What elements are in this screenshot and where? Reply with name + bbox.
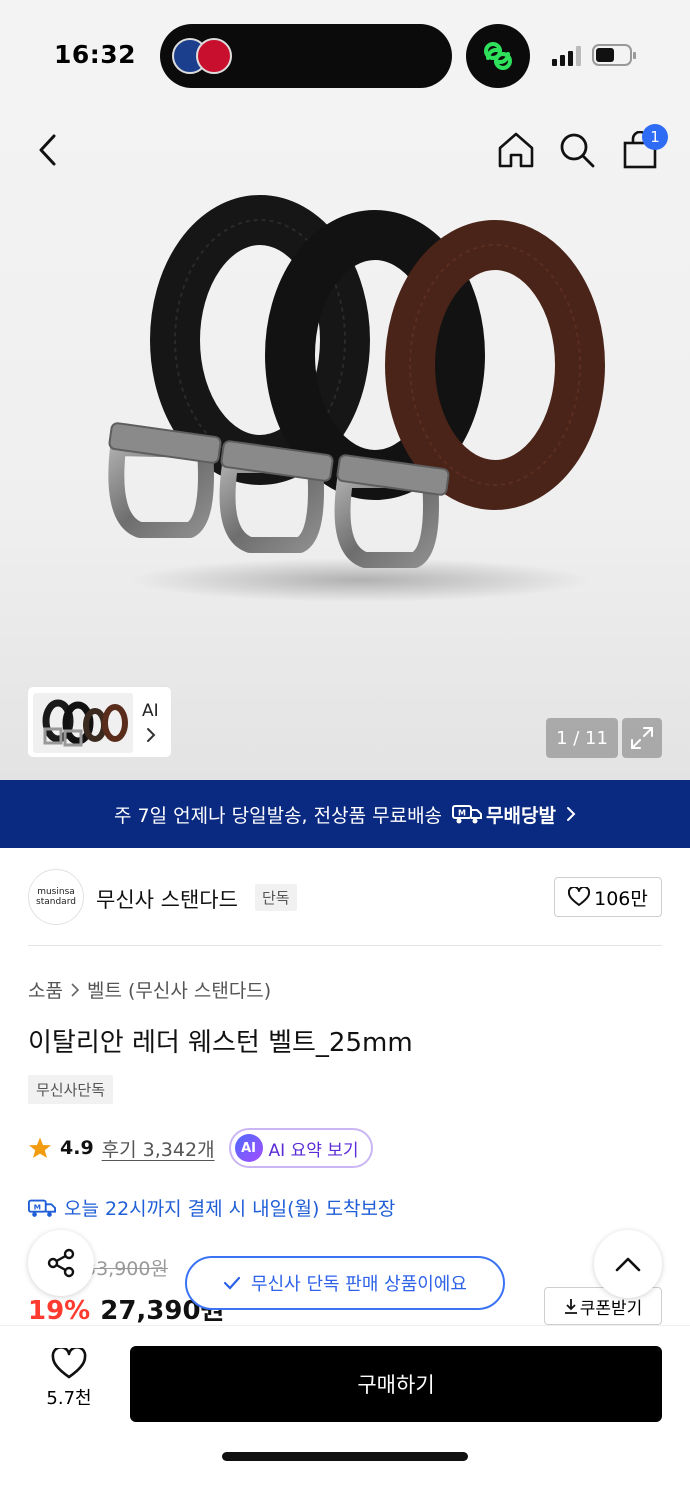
free-shipping-tag: M 무배당발 <box>452 801 556 828</box>
buy-button[interactable]: 구매하기 <box>130 1346 662 1422</box>
star-icon <box>29 1137 51 1158</box>
brand-like-count: 106만 <box>594 887 648 910</box>
exclusive-tag: 무신사단독 <box>28 1075 114 1104</box>
search-icon <box>560 133 595 168</box>
chevron-right-icon <box>147 728 156 742</box>
expand-icon <box>631 727 653 749</box>
divider <box>28 945 662 946</box>
brand-logo-line2: standard <box>36 897 76 907</box>
heart-icon <box>51 1348 87 1379</box>
shipping-banner[interactable]: 주 7일 언제나 당일발송, 전상품 무료배송 M 무배당발 <box>0 780 690 848</box>
heart-icon <box>568 887 591 906</box>
product-title: 이탈리안 레더 웨스턴 벨트_25mm <box>28 1028 413 1058</box>
brand-logo-line1: musinsa <box>37 887 75 897</box>
svg-text:M: M <box>34 1202 41 1211</box>
svg-text:M: M <box>458 809 466 818</box>
shipping-banner-text: 주 7일 언제나 당일발송, 전상품 무료배송 <box>114 804 443 827</box>
rating-value: 4.9 <box>60 1137 94 1159</box>
dynamic-island <box>160 24 452 88</box>
brand-like-button[interactable]: 106만 <box>554 877 662 917</box>
delivery-guarantee: M 오늘 22시까지 결제 시 내일(월) 도착보장 <box>28 1194 395 1221</box>
chevron-right-icon <box>71 982 79 997</box>
original-price: 33,900원 <box>84 1258 168 1280</box>
product-image <box>108 195 605 602</box>
brand-name[interactable]: 무신사 스탠다드 <box>96 884 238 914</box>
status-time: 16:32 <box>54 40 137 69</box>
home-icon <box>498 132 534 168</box>
home-button[interactable] <box>494 128 538 172</box>
chevron-left-icon <box>39 134 56 166</box>
delivery-truck-icon: M <box>28 1199 56 1217</box>
cart-button[interactable]: 1 <box>618 124 668 172</box>
brand-logo[interactable]: musinsa standard <box>28 869 84 925</box>
home-indicator <box>222 1452 468 1461</box>
thumbnail-image <box>33 693 133 753</box>
scroll-top-button[interactable] <box>594 1230 662 1298</box>
share-icon <box>47 1248 75 1278</box>
product-gallery[interactable]: 1 AI 1 / 11 <box>0 110 690 780</box>
top-nav: 1 <box>0 110 690 190</box>
search-button[interactable] <box>555 128 599 172</box>
rating-row: 4.9 후기 3,342개 AI AI 요약 보기 <box>28 1128 373 1168</box>
ai-thumbnail-card[interactable]: AI <box>27 686 172 758</box>
delivery-text: 오늘 22시까지 결제 시 내일(월) 도착보장 <box>64 1198 396 1220</box>
breadcrumb-subcategory[interactable]: 벨트 (무신사 스탠다드) <box>87 976 271 1003</box>
download-icon <box>564 1299 577 1314</box>
review-link[interactable]: 후기 3,342개 <box>102 1135 215 1162</box>
discount-rate: 19% <box>28 1296 91 1326</box>
chevron-up-icon <box>615 1257 641 1272</box>
breadcrumb-category[interactable]: 소품 <box>28 976 63 1003</box>
brand-row: musinsa standard 무신사 스탠다드 단독 106만 <box>0 848 690 946</box>
wishlist-count: 5.7천 <box>46 1388 92 1409</box>
share-button[interactable] <box>28 1230 94 1296</box>
free-shipping-label: 무배당발 <box>486 804 556 827</box>
battery-icon <box>592 44 636 66</box>
ai-summary-label: AI 요약 보기 <box>268 1140 359 1161</box>
app-logo-icon <box>196 38 232 74</box>
exclusive-badge: 단독 <box>255 884 297 911</box>
back-button[interactable] <box>26 128 70 172</box>
cart-count-badge: 1 <box>642 124 668 150</box>
status-bar: 16:32 <box>0 0 690 110</box>
expand-button[interactable] <box>622 718 662 758</box>
toast-text: 무신사 단독 판매 상품이에요 <box>251 1274 467 1295</box>
ai-summary-button[interactable]: AI AI 요약 보기 <box>228 1128 373 1168</box>
check-icon <box>223 1276 241 1290</box>
delivery-truck-icon: M <box>452 805 483 824</box>
signal-icon <box>552 46 582 66</box>
ai-icon: AI <box>234 1134 263 1162</box>
exclusive-toast: 무신사 단독 판매 상품이에요 <box>185 1256 505 1310</box>
breadcrumb: 소품 벨트 (무신사 스탠다드) <box>28 976 271 1003</box>
wishlist-button[interactable]: 5.7천 <box>34 1348 104 1410</box>
bottom-action-bar: 5.7천 구매하기 <box>0 1325 690 1500</box>
chevron-right-icon <box>566 807 576 821</box>
live-activity-icon <box>466 24 530 88</box>
image-counter: 1 / 11 <box>546 718 618 758</box>
ai-label: AI <box>142 701 159 721</box>
